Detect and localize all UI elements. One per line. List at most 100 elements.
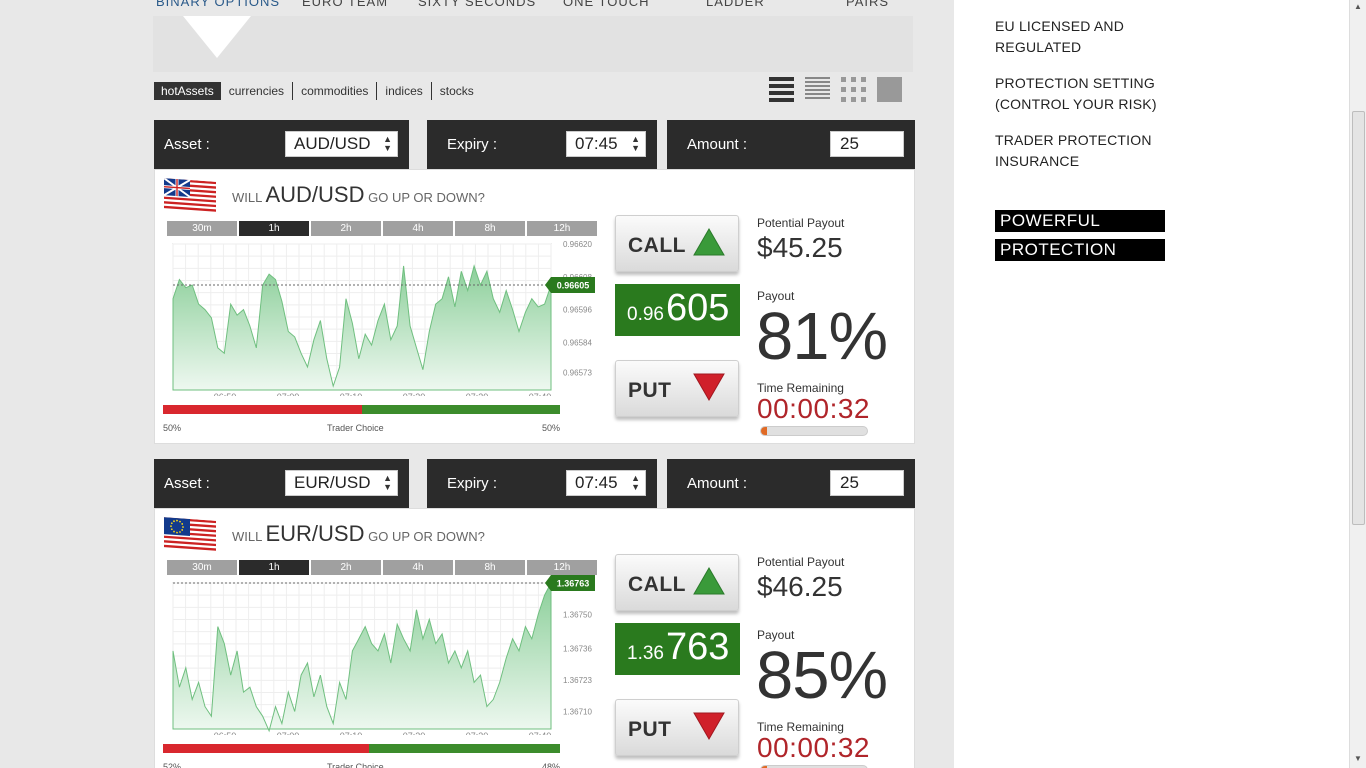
timeframe-8h[interactable]: 8h (455, 560, 525, 575)
call-button[interactable]: CALL (615, 554, 739, 611)
trader-choice-call-fill (369, 744, 560, 753)
timeframe-30m[interactable]: 30m (167, 560, 237, 575)
expiry-select[interactable]: 07:45 ▲ ▼ (566, 470, 646, 496)
asset-selector-group: Asset : EUR/USD ▲ ▼ (154, 459, 409, 508)
tab-hotassets[interactable]: hotAssets (154, 82, 221, 100)
amount-group: Amount : 25 (667, 120, 915, 169)
timeframe-tabs: 30m 1h 2h 4h 8h 12h (167, 560, 597, 575)
scrollbar-thumb[interactable] (1352, 111, 1365, 525)
call-button[interactable]: CALL (615, 215, 739, 272)
x-tick-label: 07:40 (529, 392, 552, 396)
expiry-select-value: 07:45 (575, 134, 618, 153)
nav-pointer (183, 16, 251, 58)
expiry-select[interactable]: 07:45 ▲ ▼ (566, 131, 646, 157)
put-button-label: PUT (628, 718, 672, 741)
put-button[interactable]: PUT (615, 699, 739, 756)
nav-sixty-seconds[interactable]: SIXTY SECONDS (418, 0, 536, 9)
timeframe-1h[interactable]: 1h (239, 560, 309, 575)
trade-card: WILL AUD/USD GO UP OR DOWN? 30m 1h 2h 4h 8h 1… (154, 169, 915, 444)
timeframe-8h[interactable]: 8h (455, 221, 525, 236)
nav-ladder[interactable]: LADDER (706, 0, 765, 9)
nav-euro-team[interactable]: EURO TEAM (302, 0, 388, 9)
call-percentage: 48% (541, 762, 560, 768)
x-tick-label: 07:10 (340, 392, 363, 396)
trader-choice-label: Trader Choice (327, 762, 384, 768)
nav-one-touch[interactable]: ONE TOUCH (563, 0, 650, 9)
sidebar-item-eu-licensed[interactable]: EU LICENSED AND REGULATED (995, 16, 1185, 58)
asset-select[interactable]: AUD/USD ▲ ▼ (285, 131, 398, 157)
potential-payout-label: Potential Payout (757, 555, 845, 569)
amount-label: Amount : (687, 136, 748, 153)
grid-icon[interactable] (841, 76, 866, 102)
amount-input[interactable]: 25 (830, 470, 904, 496)
timeframe-2h[interactable]: 2h (311, 221, 381, 236)
nav-binary-options[interactable]: BINARY OPTIONS (156, 0, 280, 9)
price-prefix: 1.36 (627, 643, 664, 664)
timeframe-4h[interactable]: 4h (383, 221, 453, 236)
timeframe-12h[interactable]: 12h (527, 221, 597, 236)
single-view-icon[interactable] (877, 76, 902, 102)
x-tick-label: 07:20 (403, 392, 426, 396)
expiry-label: Expiry : (447, 136, 498, 153)
direction-question: WILL AUD/USD GO UP OR DOWN? (232, 182, 485, 208)
timeframe-2h[interactable]: 2h (311, 560, 381, 575)
question-suffix: GO UP OR DOWN? (368, 190, 485, 205)
expiry-selector-group: Expiry : 07:45 ▲ ▼ (427, 120, 657, 169)
x-tick-label: 06:50 (214, 392, 237, 396)
x-tick-label: 07:30 (466, 392, 489, 396)
amount-input[interactable]: 25 (830, 131, 904, 157)
scroll-down-icon[interactable]: ▼ (1354, 754, 1362, 763)
select-arrows-icon: ▲ ▼ (383, 134, 392, 153)
tab-stocks[interactable]: stocks (430, 82, 482, 100)
tab-commodities[interactable]: commodities (292, 82, 376, 100)
question-suffix: GO UP OR DOWN? (368, 529, 485, 544)
asset-select[interactable]: EUR/USD ▲ ▼ (285, 470, 398, 496)
current-price-box: 1.36 763 (615, 623, 740, 675)
nav-pairs[interactable]: PAIRS (846, 0, 889, 9)
current-price-box: 0.96 605 (615, 284, 740, 336)
timeframe-tabs: 30m 1h 2h 4h 8h 12h (167, 221, 597, 236)
trader-choice-put-fill (163, 405, 362, 414)
list-thick-icon[interactable] (769, 76, 794, 102)
timeframe-30m[interactable]: 30m (167, 221, 237, 236)
question-prefix: WILL (232, 190, 262, 205)
timeframe-4h[interactable]: 4h (383, 560, 453, 575)
tab-currencies[interactable]: currencies (221, 82, 292, 100)
sidebar-item-trader-protection[interactable]: TRADER PROTECTION INSURANCE (995, 130, 1185, 172)
put-button[interactable]: PUT (615, 360, 739, 417)
x-tick-label: 07:10 (340, 731, 363, 735)
x-tick-label: 07:40 (529, 731, 552, 735)
asset-selector-group: Asset : AUD/USD ▲ ▼ (154, 120, 409, 169)
payout-percentage: 81% (756, 299, 888, 374)
asset-label: Asset : (164, 475, 210, 492)
amount-group: Amount : 25 (667, 459, 915, 508)
widget-controls-bar: Asset : EUR/USD ▲ ▼ Expiry : 07:45 ▲ ▼ Amo… (154, 459, 915, 508)
sidebar-item-protection-setting[interactable]: PROTECTION SETTING (CONTROL YOUR RISK) (995, 73, 1185, 115)
time-remaining-progress (760, 426, 868, 436)
scroll-up-icon[interactable]: ▲ (1354, 2, 1362, 11)
put-percentage: 52% (163, 762, 182, 768)
price-chart: 1.36763 1.36750 1.36736 1.36723 1.36710 06:50… (172, 575, 595, 735)
widget-controls-bar: Asset : AUD/USD ▲ ▼ Expiry : 07:45 ▲ ▼ Amo… (154, 120, 915, 169)
timeframe-1h[interactable]: 1h (239, 221, 309, 236)
expiry-label: Expiry : (447, 475, 498, 492)
timeframe-12h[interactable]: 12h (527, 560, 597, 575)
asset-category-tabs: hotAssets currencies commodities indices… (154, 82, 482, 100)
amount-label: Amount : (687, 475, 748, 492)
potential-payout-value: $46.25 (757, 571, 843, 602)
current-price-tag-label: 0.96605 (557, 281, 590, 291)
x-tick-label: 07:00 (277, 731, 300, 735)
time-remaining-value: 00:00:32 (757, 393, 870, 424)
potential-payout-label: Potential Payout (757, 216, 845, 230)
price-digits: 763 (666, 626, 730, 668)
y-tick-label: 0.96596 (563, 306, 592, 315)
put-button-label: PUT (628, 379, 672, 402)
x-tick-label: 07:30 (466, 731, 489, 735)
view-mode-switcher (769, 76, 902, 102)
australia-flag-icon (163, 177, 216, 214)
expiry-selector-group: Expiry : 07:45 ▲ ▼ (427, 459, 657, 508)
tab-indices[interactable]: indices (376, 82, 430, 100)
vertical-scrollbar[interactable]: ▲ ▼ (1349, 0, 1366, 768)
call-button-label: CALL (628, 573, 686, 596)
list-thin-icon[interactable] (805, 76, 830, 102)
